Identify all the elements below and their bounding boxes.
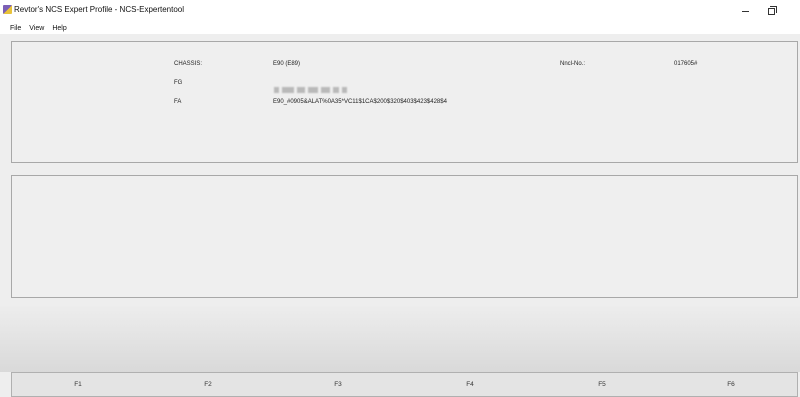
menu-bar: File View Help [0,22,800,34]
menu-view[interactable]: View [29,25,44,32]
minimize-icon [741,10,749,12]
fa-label: FA [174,99,182,105]
nncl-label: Nncl-No.: [560,61,586,67]
menu-help[interactable]: Help [52,25,66,32]
restore-icon [767,5,777,15]
chassis-label: CHASSIS: [174,61,203,67]
fg-label: FG [174,80,183,86]
function-key-bar: F1 F2 F3 F4 F5 F6 [11,372,798,397]
f1-button[interactable]: F1 [58,373,98,396]
chassis-value: E90 (E89) [273,61,301,67]
nncl-value: 017605# [674,61,698,67]
f6-button[interactable]: F6 [711,373,751,396]
output-panel [11,175,798,298]
close-button[interactable] [782,0,800,22]
lower-area [0,306,800,372]
vehicle-info-panel: CHASSIS: E90 (E89) Nncl-No.: 017605# FG … [11,41,798,163]
app-icon [3,5,12,14]
title-bar: Revtor's NCS Expert Profile - NCS-Expert… [0,0,800,22]
window-title: Revtor's NCS Expert Profile - NCS-Expert… [14,5,185,14]
fa-value: E90_#0905&ALAT%0A35*VC11$1CA$200$320$403… [273,99,447,105]
f2-button[interactable]: F2 [188,373,228,396]
menu-file[interactable]: File [10,25,21,32]
f4-button[interactable]: F4 [450,373,490,396]
f3-button[interactable]: F3 [318,373,358,396]
f5-button[interactable]: F5 [582,373,622,396]
fg-value-redacted [274,87,358,94]
main-client-area: CHASSIS: E90 (E89) Nncl-No.: 017605# FG … [0,34,800,397]
